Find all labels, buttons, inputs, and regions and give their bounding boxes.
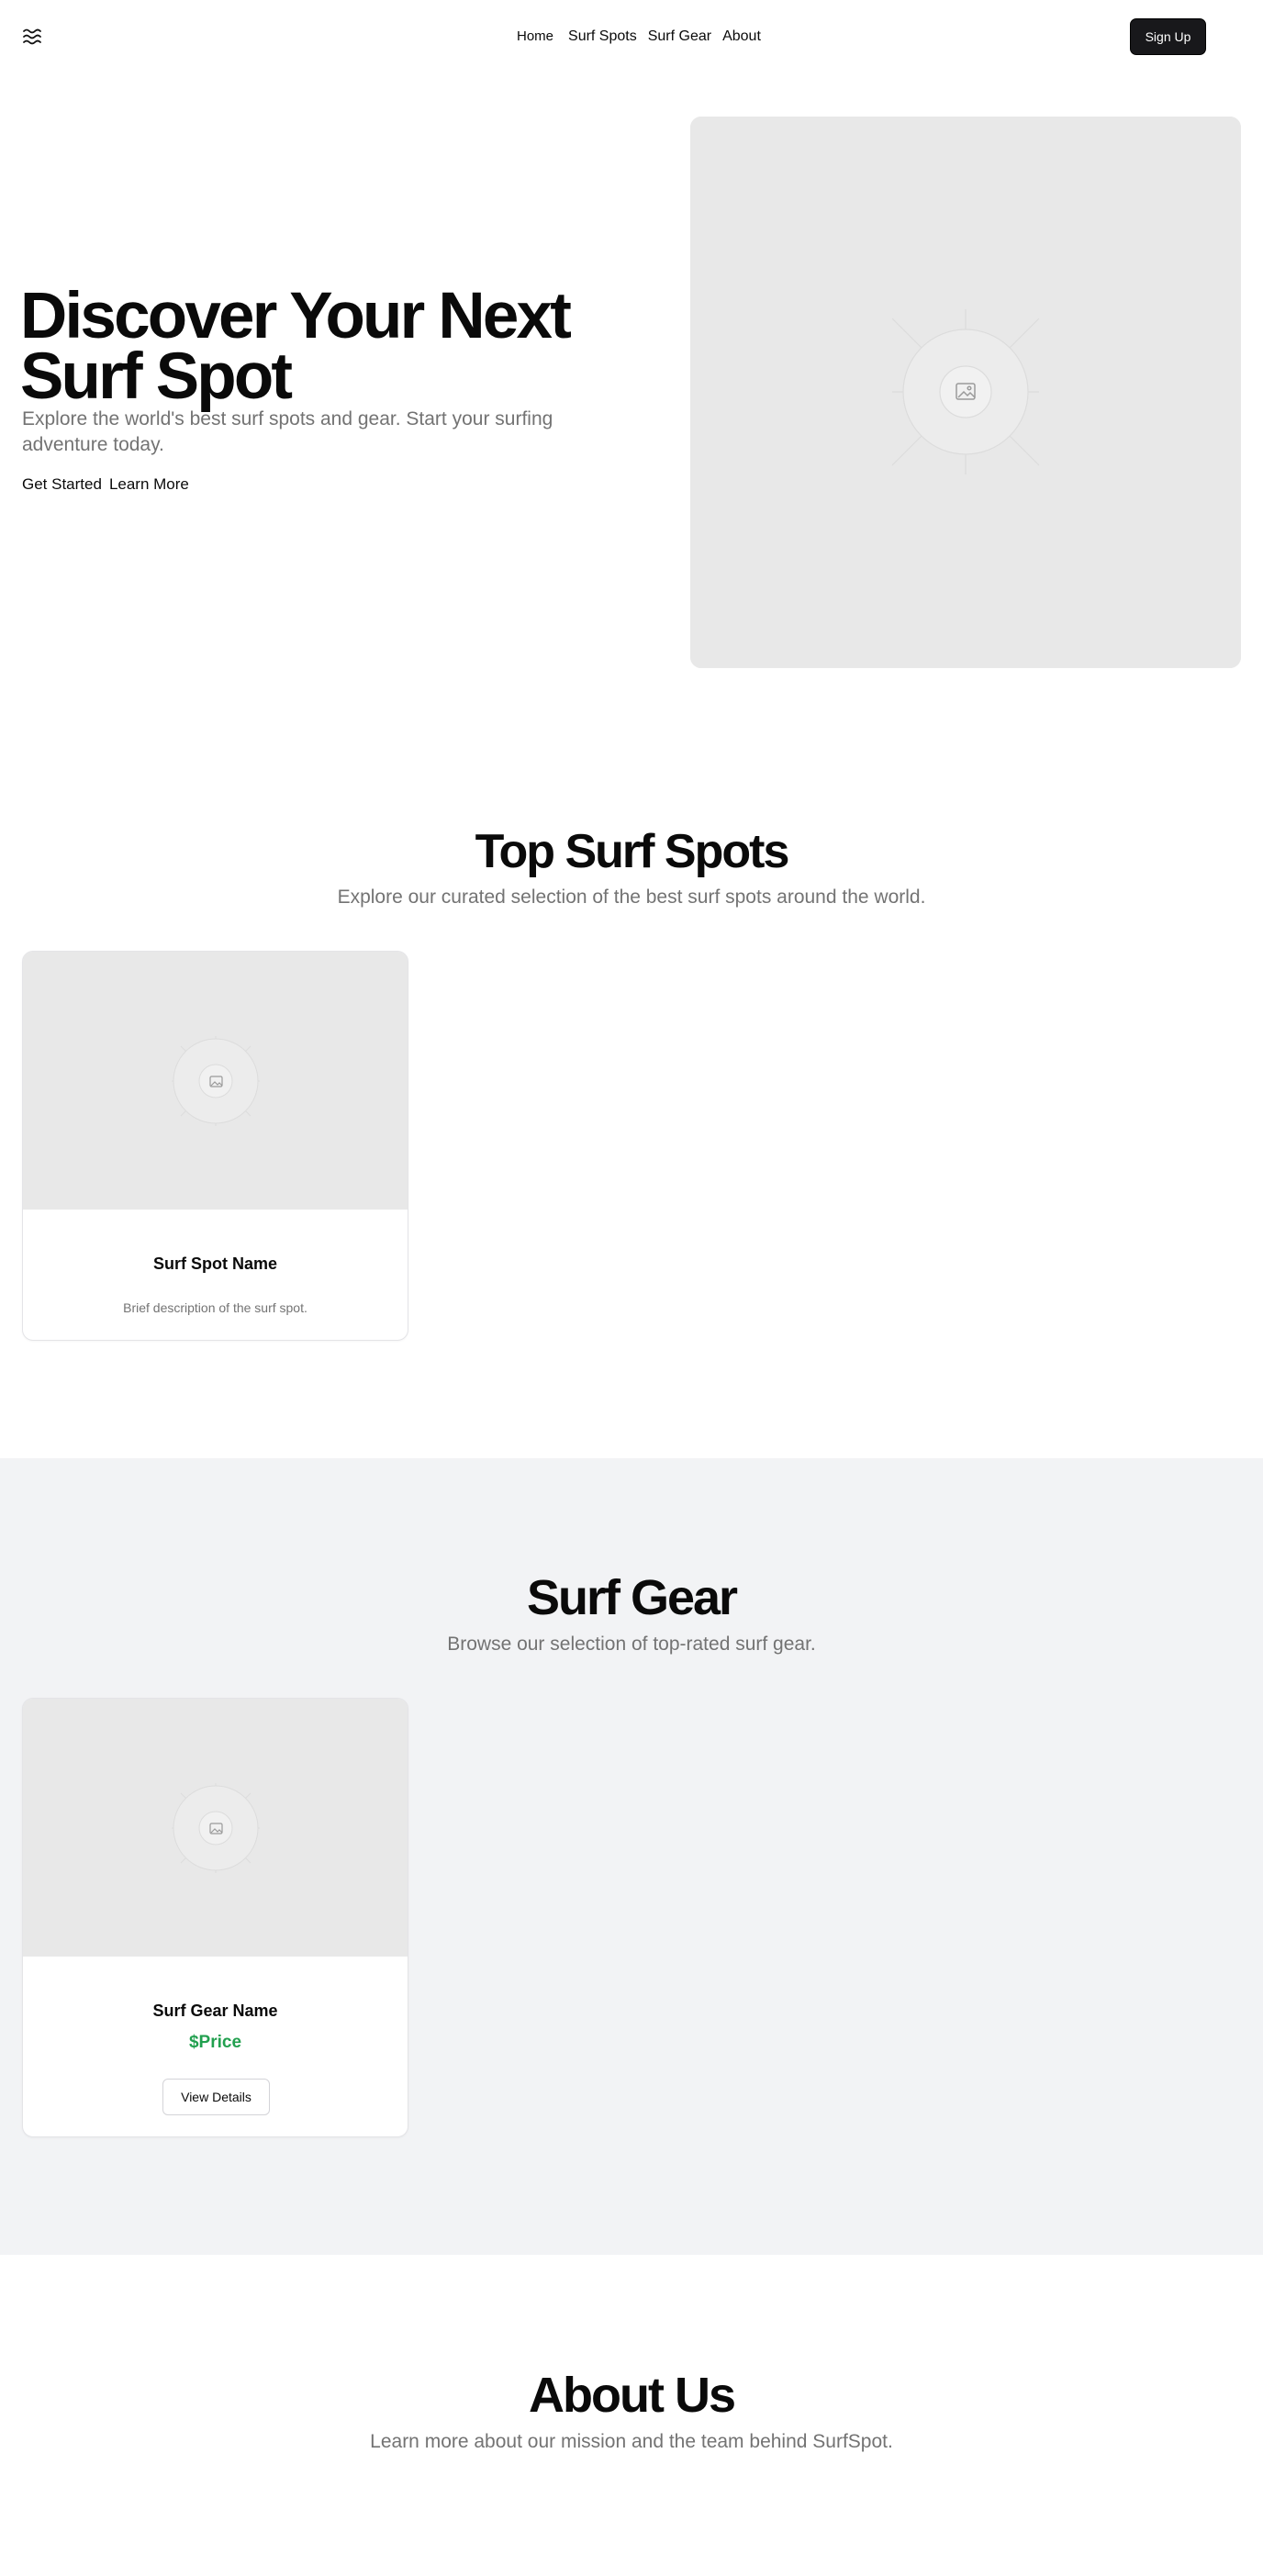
about-section-subtitle: Learn more about our mission and the tea… [370,2431,893,2452]
surf-spot-card[interactable]: Surf Spot Name Brief description of the … [22,951,408,1341]
nav-link-home[interactable]: Home [517,27,553,47]
image-placeholder-icon [690,117,1241,668]
surf-gear-name: Surf Gear Name [152,2002,278,2020]
nav-link-surf-gear[interactable]: Surf Gear [648,27,711,47]
hero-title: Discover Your Next Surf Spot [20,280,572,413]
sign-up-button[interactable]: Sign Up [1130,18,1206,55]
surf-gear-card[interactable]: Surf Gear Name $Price View Details [22,1698,408,2137]
nav-link-about[interactable]: About [722,27,761,47]
get-started-link[interactable]: Get Started [22,474,102,495]
gear-section-subtitle: Browse our selection of top-rated surf g… [447,1634,816,1655]
surf-gear-price: $Price [188,2033,242,2052]
top-navbar: Home Surf Spots Surf Gear About Sign Up [0,0,1263,73]
spots-section-subtitle: Explore our curated selection of the bes… [337,887,926,908]
hero-subtitle: Explore the world's best surf spots and … [22,408,553,455]
spots-section-title: Top Surf Spots [475,825,790,878]
image-placeholder-icon [23,1699,408,1957]
surf-gear-image-placeholder [23,1699,408,1957]
image-placeholder-icon [23,952,408,1210]
hero-cta-group: Get Started Learn More [22,474,196,495]
nav-links: Home Surf Spots Surf Gear About [517,27,772,47]
gear-section-title: Surf Gear [526,1570,738,1625]
view-details-button[interactable]: View Details [162,2079,270,2115]
about-section-title: About Us [529,2368,736,2423]
surf-spot-name: Surf Spot Name [152,1255,278,1273]
surf-spot-description: Brief description of the surf spot. [123,1300,307,1315]
waves-icon[interactable] [22,26,44,48]
learn-more-link[interactable]: Learn More [109,474,189,495]
hero-image-placeholder [690,117,1241,668]
surf-spot-image-placeholder [23,952,408,1210]
nav-link-surf-spots[interactable]: Surf Spots [568,27,637,47]
